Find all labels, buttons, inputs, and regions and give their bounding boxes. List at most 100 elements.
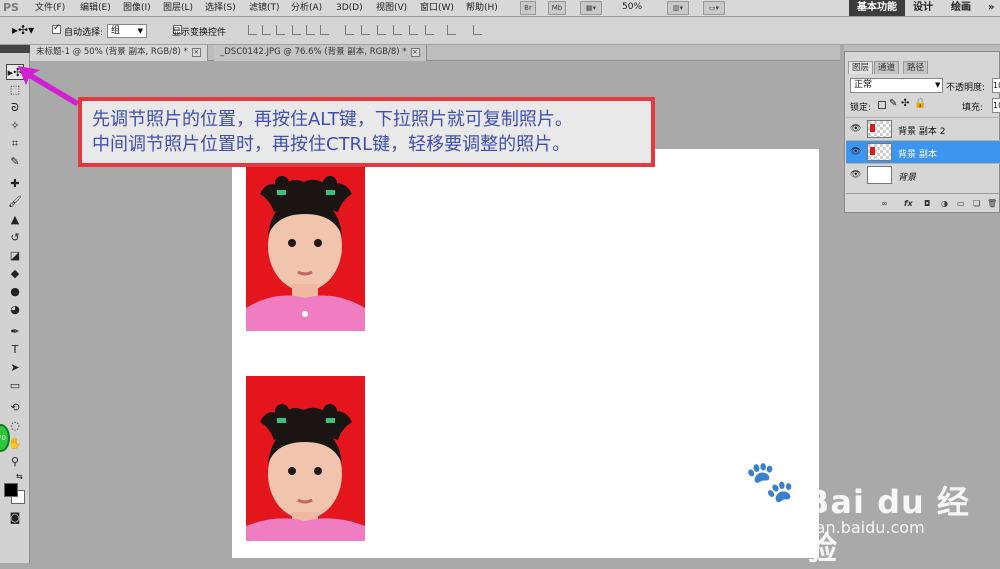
- paint-bucket-tool-icon[interactable]: ◆: [6, 266, 24, 282]
- workspace-essentials[interactable]: 基本功能: [849, 0, 905, 16]
- opacity-input[interactable]: 10: [992, 78, 1000, 93]
- distribute-bottom-icon[interactable]: [377, 25, 386, 35]
- align-extra-icon[interactable]: [473, 25, 482, 35]
- opacity-label: 不透明度:: [946, 83, 986, 93]
- blur-tool-icon[interactable]: ●: [6, 284, 24, 300]
- path-selection-tool-icon[interactable]: ➤: [6, 360, 24, 376]
- move-tool-preset-icon[interactable]: ▸✣▾: [12, 23, 34, 37]
- menu-view[interactable]: 视图(V): [372, 1, 411, 15]
- quick-mask-icon[interactable]: ◙: [6, 510, 24, 526]
- close-icon[interactable]: ×: [410, 48, 420, 57]
- menu-3d[interactable]: 3D(D): [332, 1, 367, 15]
- workspace-design[interactable]: 设计: [905, 0, 941, 16]
- menu-file[interactable]: 文件(F): [31, 1, 69, 15]
- visibility-eye-icon[interactable]: 👁: [850, 147, 861, 157]
- arrange-documents-icon[interactable]: ▥▾: [667, 1, 689, 15]
- layer-style-icon[interactable]: fx: [904, 199, 913, 208]
- align-hcenter-icon[interactable]: [306, 25, 315, 35]
- auto-align-icon[interactable]: [447, 25, 456, 35]
- menu-window[interactable]: 窗口(W): [416, 1, 458, 15]
- workspace-more[interactable]: »: [980, 0, 1000, 16]
- dodge-tool-icon[interactable]: ◕: [6, 302, 24, 318]
- align-top-icon[interactable]: [248, 25, 257, 35]
- new-group-icon[interactable]: ▭: [957, 199, 965, 208]
- add-mask-icon[interactable]: ◘: [924, 199, 930, 208]
- tab-paths[interactable]: 路径: [903, 61, 929, 74]
- distribute-top-icon[interactable]: [345, 25, 354, 35]
- view-extras-icon[interactable]: ▦▾: [580, 1, 602, 15]
- menu-filter[interactable]: 滤镜(T): [245, 1, 284, 15]
- menu-select[interactable]: 选择(S): [201, 1, 240, 15]
- document-tab-untitled[interactable]: 未标题-1 @ 50% (背景 副本, RGB/8) * ×: [30, 45, 208, 61]
- layer-thumbnail: [867, 166, 892, 184]
- distribute-hcenter-icon[interactable]: [409, 25, 418, 35]
- lock-position-icon[interactable]: ✣: [901, 98, 909, 109]
- align-left-icon[interactable]: [292, 25, 301, 35]
- tab-layers[interactable]: 图层: [848, 61, 874, 74]
- lock-pixels-icon[interactable]: ✎: [889, 98, 897, 109]
- fill-input[interactable]: 10: [992, 98, 1000, 113]
- healing-brush-tool-icon[interactable]: ✚: [6, 176, 24, 192]
- layer-name: 背景 副本: [898, 150, 937, 160]
- layer-row-selected[interactable]: 👁 背景 副本: [846, 140, 1000, 163]
- distribute-right-icon[interactable]: [425, 25, 434, 35]
- girl-portrait-image: [246, 148, 365, 331]
- align-vcenter-icon[interactable]: [262, 25, 271, 35]
- photoshop-logo: PS: [3, 1, 19, 14]
- tab-channels[interactable]: 通道: [874, 61, 900, 74]
- distribute-vcenter-icon[interactable]: [361, 25, 370, 35]
- swap-colors-icon[interactable]: ⇆: [16, 472, 23, 481]
- show-transform-label: 显示变换控件: [172, 28, 227, 38]
- document-tab-dsc0142[interactable]: _DSC0142.JPG @ 76.6% (背景 副本, RGB/8) * ×: [214, 45, 427, 61]
- zoom-level[interactable]: 50%: [622, 2, 642, 12]
- close-icon[interactable]: ×: [191, 48, 201, 57]
- link-layers-icon[interactable]: ∞: [881, 199, 888, 208]
- new-layer-icon[interactable]: ❏: [973, 199, 980, 208]
- align-right-icon[interactable]: [320, 25, 329, 35]
- menu-analysis[interactable]: 分析(A): [287, 1, 326, 15]
- layer-row[interactable]: 👁 背景 副本 2: [846, 117, 1000, 140]
- panel-grip[interactable]: [0, 45, 30, 53]
- blend-mode-dropdown[interactable]: 正常: [850, 78, 943, 93]
- history-brush-tool-icon[interactable]: ↺: [6, 230, 24, 246]
- document-tab-label: _DSC0142.JPG @ 76.6% (背景 副本, RGB/8) *: [220, 47, 407, 57]
- bridge-button[interactable]: Br: [520, 1, 536, 15]
- visibility-eye-icon[interactable]: 👁: [850, 170, 861, 180]
- adjustment-layer-icon[interactable]: ◑: [941, 199, 948, 208]
- align-bottom-icon[interactable]: [276, 25, 285, 35]
- auto-select-checkbox[interactable]: [52, 23, 61, 34]
- zoom-tool-icon[interactable]: ⚲: [6, 454, 24, 470]
- screen-mode-icon[interactable]: ▭▾: [703, 1, 725, 15]
- pen-tool-icon[interactable]: ✒: [6, 324, 24, 340]
- visibility-eye-icon[interactable]: 👁: [850, 124, 861, 134]
- menu-layer[interactable]: 图层(L): [159, 1, 197, 15]
- id-photo-copy[interactable]: [246, 376, 365, 541]
- mini-bridge-button[interactable]: Mb: [548, 1, 566, 15]
- lock-all-icon[interactable]: 🔒: [914, 98, 926, 109]
- lock-label: 锁定:: [850, 103, 872, 113]
- stamp-tool-icon[interactable]: ▲: [6, 212, 24, 228]
- chevron-down-icon: ▼: [935, 81, 941, 89]
- menu-image[interactable]: 图像(I): [119, 1, 155, 15]
- id-photo-top[interactable]: [246, 148, 365, 331]
- auto-select-target-dropdown[interactable]: 组 ▼: [107, 24, 147, 38]
- eyedropper-tool-icon[interactable]: ✎: [6, 154, 24, 170]
- distribute-left-icon[interactable]: [393, 25, 402, 35]
- lock-transparency-icon[interactable]: [878, 101, 886, 109]
- menu-help[interactable]: 帮助(H): [462, 1, 502, 15]
- workspace-painting[interactable]: 绘画: [943, 0, 979, 16]
- layers-panel-footer: ∞ fx ◘ ◑ ▭ ❏ 🗑: [846, 193, 1000, 212]
- watermark-url: jingyan.baidu.com: [777, 518, 925, 537]
- magic-wand-tool-icon[interactable]: ✧: [6, 118, 24, 134]
- instruction-line-2: 中间调节照片位置时，再按住CTRL键，轻移要调整的照片。: [92, 134, 571, 155]
- shape-tool-icon[interactable]: ▭: [6, 378, 24, 394]
- 3d-rotate-tool-icon[interactable]: ⟲: [6, 400, 24, 416]
- brush-tool-icon[interactable]: 🖌: [6, 194, 24, 210]
- eraser-tool-icon[interactable]: ◪: [6, 248, 24, 264]
- crop-tool-icon[interactable]: ⌗: [6, 136, 24, 152]
- delete-layer-icon[interactable]: 🗑: [987, 199, 997, 208]
- layer-row[interactable]: 👁 背景: [846, 163, 1000, 186]
- menu-edit[interactable]: 编辑(E): [76, 1, 115, 15]
- type-tool-icon[interactable]: T: [6, 342, 24, 358]
- foreground-color-swatch[interactable]: [4, 483, 18, 497]
